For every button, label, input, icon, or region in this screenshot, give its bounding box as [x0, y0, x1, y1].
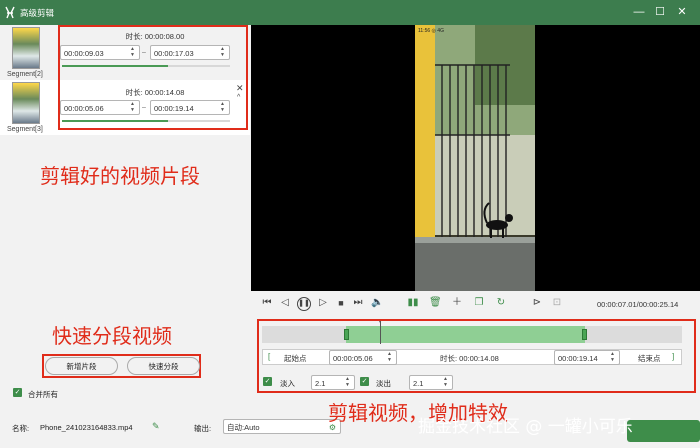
merge-all-label: 合并所有 [28, 390, 58, 399]
segment-label: Segment[2] [7, 71, 43, 78]
title-bar: 高级剪辑 — ☐ ✕ [0, 0, 700, 25]
time-readout: 00:00:07.01/00:00:25.14 [597, 300, 679, 309]
output-value: 自动:Auto [227, 423, 260, 432]
confirm-button[interactable] [627, 420, 700, 442]
app-logo-icon [5, 6, 15, 19]
segment-thumbnail[interactable] [12, 27, 40, 69]
phone-status-bar: 11:56 ◎ 4G [418, 28, 444, 34]
annotation-box-edit [257, 319, 696, 393]
video-frame-image [415, 25, 535, 291]
output-label: 输出: [194, 424, 212, 433]
edit-name-icon[interactable]: ✎ [152, 421, 160, 432]
add-segment-button[interactable]: 新增片段 [45, 357, 118, 375]
pause-icon[interactable]: ❚❚ [297, 297, 311, 311]
annotation-clips: 剪辑好的视频片段 [40, 164, 200, 188]
close-icon[interactable]: ✕ [673, 4, 691, 20]
add-icon[interactable]: ＋ [451, 297, 463, 309]
annotation-box-segments [58, 25, 248, 130]
step-forward-icon[interactable]: ▷ [317, 297, 329, 309]
segment-label: Segment[3] [7, 126, 43, 133]
watermark-text: 掘金技术社区 @ 一罐小可乐 [418, 417, 633, 437]
volume-icon[interactable]: 🔈 [371, 297, 383, 309]
skip-end-icon[interactable]: ⏭ [352, 297, 364, 309]
file-name: Phone_241023164833.mp4 [40, 423, 133, 432]
name-label: 名称: [12, 424, 30, 433]
split-icon[interactable]: ▮▮ [407, 297, 419, 309]
mark-in-icon[interactable]: ⊳ [531, 297, 543, 309]
undo-icon[interactable]: ↻ [495, 297, 507, 309]
step-back-icon[interactable]: ◁ [279, 297, 291, 309]
quick-split-button[interactable]: 快速分段 [127, 357, 200, 375]
merge-all-checkbox[interactable]: ✓ [13, 388, 22, 397]
delete-icon[interactable]: 🗑 [429, 297, 442, 309]
skip-start-icon[interactable]: ⏮ [261, 297, 273, 309]
mark-out-icon[interactable]: ⊡ [551, 297, 563, 309]
minimize-icon[interactable]: — [630, 4, 648, 20]
stop-icon[interactable]: ■ [335, 297, 347, 309]
output-select[interactable]: 自动:Auto ⚙ [223, 419, 341, 434]
copy-icon[interactable]: ❐ [473, 297, 485, 309]
player-controls: ⏮ ◁ ❚❚ ▷ ■ ⏭ 🔈 ▮▮ 🗑 ＋ ❐ ↻ ⊳ ⊡ 00:00:07.0… [251, 292, 700, 315]
maximize-icon[interactable]: ☐ [651, 4, 669, 20]
segment-thumbnail[interactable] [12, 82, 40, 124]
video-frame: 11:56 ◎ 4G [415, 25, 535, 291]
window-title: 高级剪辑 [20, 8, 55, 18]
annotation-split: 快速分段视频 [52, 324, 172, 348]
